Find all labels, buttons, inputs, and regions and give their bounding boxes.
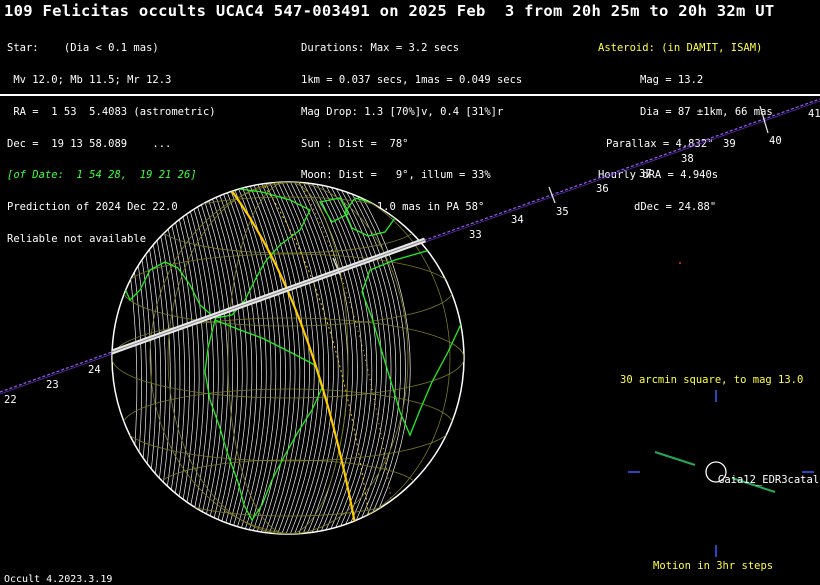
- path-tick-label: 40: [769, 135, 782, 147]
- path-tick-label: 41: [808, 108, 820, 120]
- finder-caption: 30 arcmin square, to mag 13.0: [620, 374, 804, 386]
- catalog-label: Gaia12_EDR3catal: [718, 474, 820, 486]
- earth-globe: [111, 181, 465, 535]
- path-tick-label: 33: [469, 229, 482, 241]
- path-tick-label: 34: [511, 214, 524, 226]
- path-tick-label: 36: [596, 183, 609, 195]
- path-tick-label: 35: [556, 206, 569, 218]
- version-footer: Occult 4.2023.3.19: [4, 574, 113, 585]
- path-tick-label: 22: [4, 394, 17, 406]
- occultation-plot: [0, 98, 820, 557]
- path-tick-label: 23: [46, 379, 59, 391]
- finder-chart: [628, 262, 814, 557]
- path-tick-label: 37: [639, 168, 652, 180]
- path-tick-label: 24: [88, 364, 101, 376]
- path-tick-label: 38: [681, 153, 694, 165]
- motion-label: Motion in 3hr steps: [653, 560, 774, 572]
- path-tick-label: 39: [723, 138, 736, 150]
